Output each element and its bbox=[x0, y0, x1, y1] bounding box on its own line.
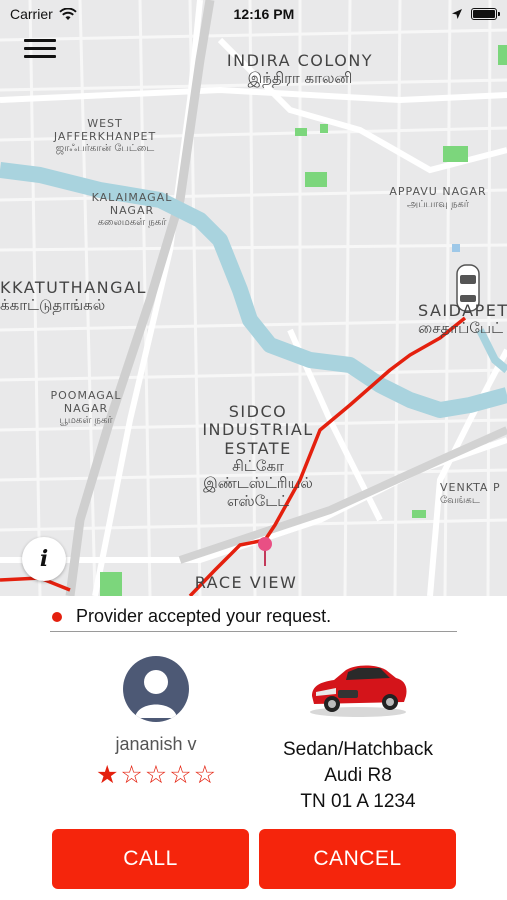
map-label-poomagal-nagar: POOMAGAL NAGAR பூமகள் நகர் bbox=[50, 389, 122, 427]
map-label-race-view: RACE VIEW bbox=[194, 573, 298, 592]
map-label-venkta-p: VENKTA P வேங்கட bbox=[440, 481, 501, 506]
ride-details-panel: Provider accepted your request. jananish… bbox=[0, 596, 507, 900]
menu-icon-bar bbox=[24, 39, 56, 42]
person-icon bbox=[135, 670, 177, 718]
ride-status-text: Provider accepted your request. bbox=[76, 606, 332, 626]
vehicle-type: Sedan/Hatchback bbox=[283, 739, 433, 760]
provider-rating: ★ ☆ ☆ ☆ ☆ bbox=[86, 763, 226, 788]
map-view[interactable]: INDIRA COLONY இந்திரா காலனி WEST JAFFERKH… bbox=[0, 0, 507, 596]
star-empty-icon: ☆ bbox=[169, 761, 192, 789]
menu-button[interactable] bbox=[24, 36, 56, 64]
cancel-button[interactable]: CANCEL bbox=[259, 829, 456, 889]
clock: 12:16 PM bbox=[233, 6, 295, 22]
map-label-indira-colony: INDIRA COLONY இந்திரா காலனி bbox=[226, 51, 374, 88]
car-image bbox=[310, 665, 407, 717]
star-empty-icon: ☆ bbox=[144, 761, 168, 789]
provider-name: jananish v bbox=[115, 734, 197, 754]
info-icon: i bbox=[39, 546, 49, 572]
menu-icon-bar bbox=[24, 55, 56, 58]
star-empty-icon: ☆ bbox=[120, 761, 143, 789]
call-button[interactable]: CALL bbox=[52, 829, 249, 889]
map-label-kkatuthangal: KKATUTHANGAL க்காட்டுதாங்கல் bbox=[0, 278, 147, 315]
vehicle-info: Sedan/Hatchback Audi R8 TN 01 A 1234 bbox=[268, 656, 448, 815]
vehicle-model: Audi R8 bbox=[324, 765, 392, 786]
map-label-west-jafferkhanpet: WEST JAFFERKHANPET ஜாஃபர்கான் பேட்டை bbox=[53, 117, 157, 155]
map-label-appavu-nagar: APPAVU NAGAR அப்பாவு நகர் bbox=[389, 185, 487, 210]
map-label-kalaimagal-nagar: KALAIMAGAL NAGAR கலைமகள் நகர் bbox=[91, 191, 173, 229]
status-bar: Carrier 12:16 PM bbox=[0, 0, 507, 28]
info-button[interactable]: i bbox=[22, 537, 66, 581]
star-empty-icon: ☆ bbox=[193, 761, 217, 789]
ride-status: Provider accepted your request. bbox=[50, 602, 457, 632]
map-label-sidco-industrial-estate: SIDCO INDUSTRIAL ESTATE சிட்கோ இண்டஸ்ட்ரி… bbox=[202, 402, 314, 510]
carrier-label: Carrier bbox=[10, 6, 53, 22]
battery-icon bbox=[470, 8, 500, 20]
menu-icon-bar bbox=[24, 47, 56, 50]
provider-info: jananish v ★ ☆ ☆ ☆ ☆ bbox=[86, 656, 226, 788]
star-filled-icon: ★ bbox=[95, 761, 119, 789]
wifi-icon bbox=[59, 7, 77, 20]
status-dot-icon bbox=[52, 611, 62, 622]
provider-avatar bbox=[123, 656, 189, 722]
vehicle-plate: TN 01 A 1234 bbox=[300, 791, 416, 812]
location-arrow-icon bbox=[451, 9, 462, 19]
map-label-saidapet: SAIDAPET சைதாப்பேட் bbox=[418, 301, 507, 338]
